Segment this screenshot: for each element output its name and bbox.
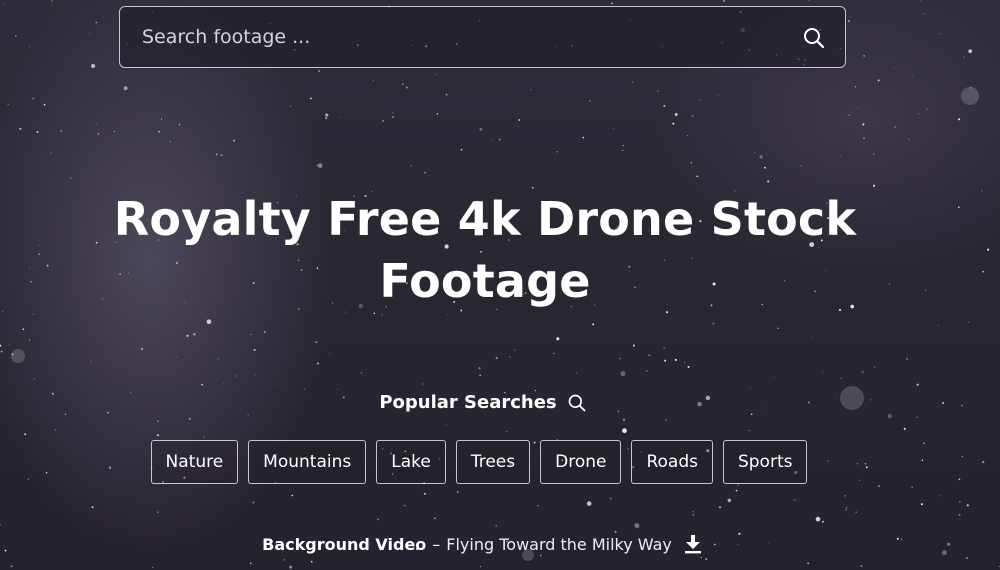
credit-video-title: Flying Toward the Milky Way	[446, 534, 672, 554]
search-icon	[804, 28, 825, 49]
popular-searches-heading: Popular Searches	[0, 392, 966, 413]
credit-label: Background Video	[262, 534, 427, 554]
tag-nature[interactable]: Nature	[150, 440, 239, 484]
search-button[interactable]	[797, 21, 831, 55]
download-button[interactable]	[682, 533, 704, 555]
tag-drone[interactable]: Drone	[540, 440, 622, 484]
tag-lake[interactable]: Lake	[376, 440, 446, 484]
tag-roads[interactable]: Roads	[631, 440, 713, 484]
download-icon	[684, 535, 701, 554]
search-icon	[568, 394, 586, 411]
page-title-line-1: Royalty Free 4k Drone Stock	[113, 192, 857, 246]
tag-sports[interactable]: Sports	[722, 440, 808, 484]
search-bar	[119, 6, 846, 68]
popular-search-tags: Nature Mountains Lake Trees Drone Roads …	[0, 440, 958, 484]
search-input[interactable]	[142, 7, 782, 67]
tag-mountains[interactable]: Mountains	[248, 440, 367, 484]
credit-separator: –	[432, 534, 441, 554]
page-title-line-2: Footage	[379, 254, 591, 308]
popular-searches-label: Popular Searches	[379, 392, 557, 413]
tag-trees[interactable]: Trees	[455, 440, 531, 484]
background-video-credit: Background Video – Flying Toward the Mil…	[0, 533, 966, 555]
page-title: Royalty Free 4k Drone Stock Footage	[60, 188, 910, 312]
